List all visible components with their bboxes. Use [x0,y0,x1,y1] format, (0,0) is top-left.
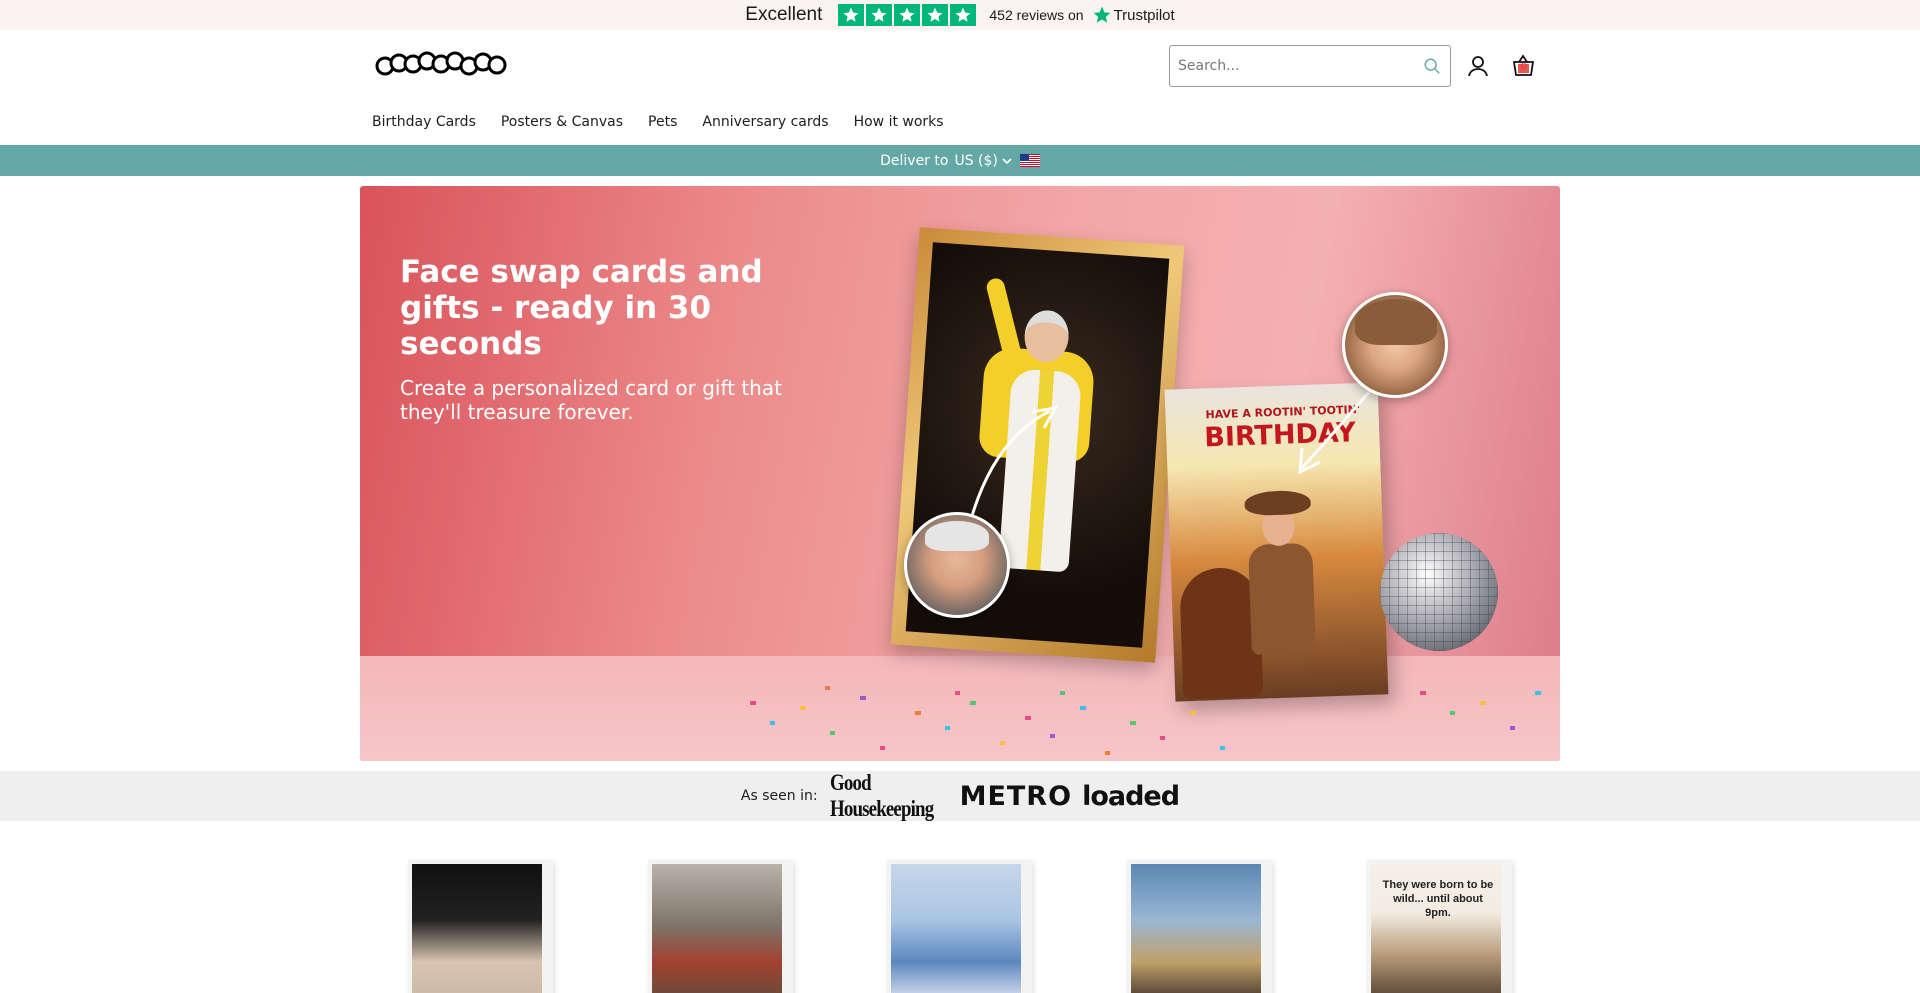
search-icon[interactable] [1422,56,1442,76]
nav-item-how-it-works[interactable]: How it works [854,114,944,130]
hero-title: Face swap cards and gifts - ready in 30 … [400,254,763,362]
trustpilot-reviews-count: 452 reviews on [989,7,1084,23]
product-image [412,864,542,993]
product-image [891,864,1021,993]
trustpilot-rating-word: Excellent [745,4,823,25]
loaded-logo: loaded [1082,780,1180,812]
trustpilot-bar[interactable]: Excellent 452 reviews on Trustpilot [0,0,1920,30]
trustpilot-logo[interactable]: Trustpilot [1092,5,1175,25]
star-icon [838,4,865,26]
star-icon [866,4,893,26]
hero-banner[interactable]: Face swap cards and gifts - ready in 30 … [360,186,1560,761]
nav-item-anniversary-cards[interactable]: Anniversary cards [702,114,828,130]
product-card[interactable] [1127,860,1272,993]
product-card[interactable] [887,860,1032,993]
birthday-card-image: HAVE A ROOTIN' TOOTIN' BIRTHDAY [1164,382,1389,702]
product-card-text: They were born to be wild... until about… [1382,879,1494,919]
account-icon[interactable] [1466,54,1490,78]
star-icon [922,4,949,26]
chevron-down-icon [1002,157,1012,164]
site-logo[interactable] [374,46,508,82]
cart-icon[interactable]: 0 [1511,54,1536,78]
main-nav: Birthday Cards Posters & Canvas Pets Ann… [372,114,969,130]
card-text-line2: BIRTHDAY [1203,417,1357,454]
as-seen-in-label: As seen in: [740,788,818,804]
country-value: US ($) [954,152,998,169]
good-housekeeping-logo: Good Housekeeping [829,770,934,821]
metro-logo: METRO [959,780,1073,812]
face-photo-young-woman [1342,292,1448,398]
trustpilot-stars [838,4,977,26]
product-card[interactable] [408,860,553,993]
us-flag-icon [1019,154,1040,167]
site-header: 0 Birthday Cards Posters & Canvas Pets A… [0,30,1920,145]
hero-subtitle: Create a personalized card or gift that … [400,376,782,424]
product-image: They were born to be wild... until about… [1371,864,1501,993]
nav-item-posters-canvas[interactable]: Posters & Canvas [501,114,623,130]
star-icon [894,4,921,26]
deliver-label: Deliver to [880,152,949,169]
product-image [652,864,782,993]
face-photo-old-man [904,512,1010,618]
logo-graphic [375,51,507,76]
product-image [1131,864,1261,993]
cart-count-badge: 0 [1520,62,1527,72]
country-selector[interactable]: US ($) [954,152,1040,169]
deliver-bar: Deliver to US ($) [0,145,1920,176]
product-grid: They were born to be wild... until about… [0,821,1920,993]
search-box[interactable] [1169,45,1451,87]
search-input[interactable] [1178,58,1422,74]
product-card[interactable] [648,860,793,993]
nav-item-birthday-cards[interactable]: Birthday Cards [372,114,476,130]
disco-ball-image [1380,533,1498,651]
trustpilot-star-icon [1093,6,1110,23]
product-card[interactable]: They were born to be wild... until about… [1367,860,1512,993]
trustpilot-brand: Trustpilot [1113,6,1175,24]
as-seen-in-bar: As seen in: Good Housekeeping METRO load… [0,770,1920,821]
nav-item-pets[interactable]: Pets [648,114,677,130]
star-icon [950,4,977,26]
